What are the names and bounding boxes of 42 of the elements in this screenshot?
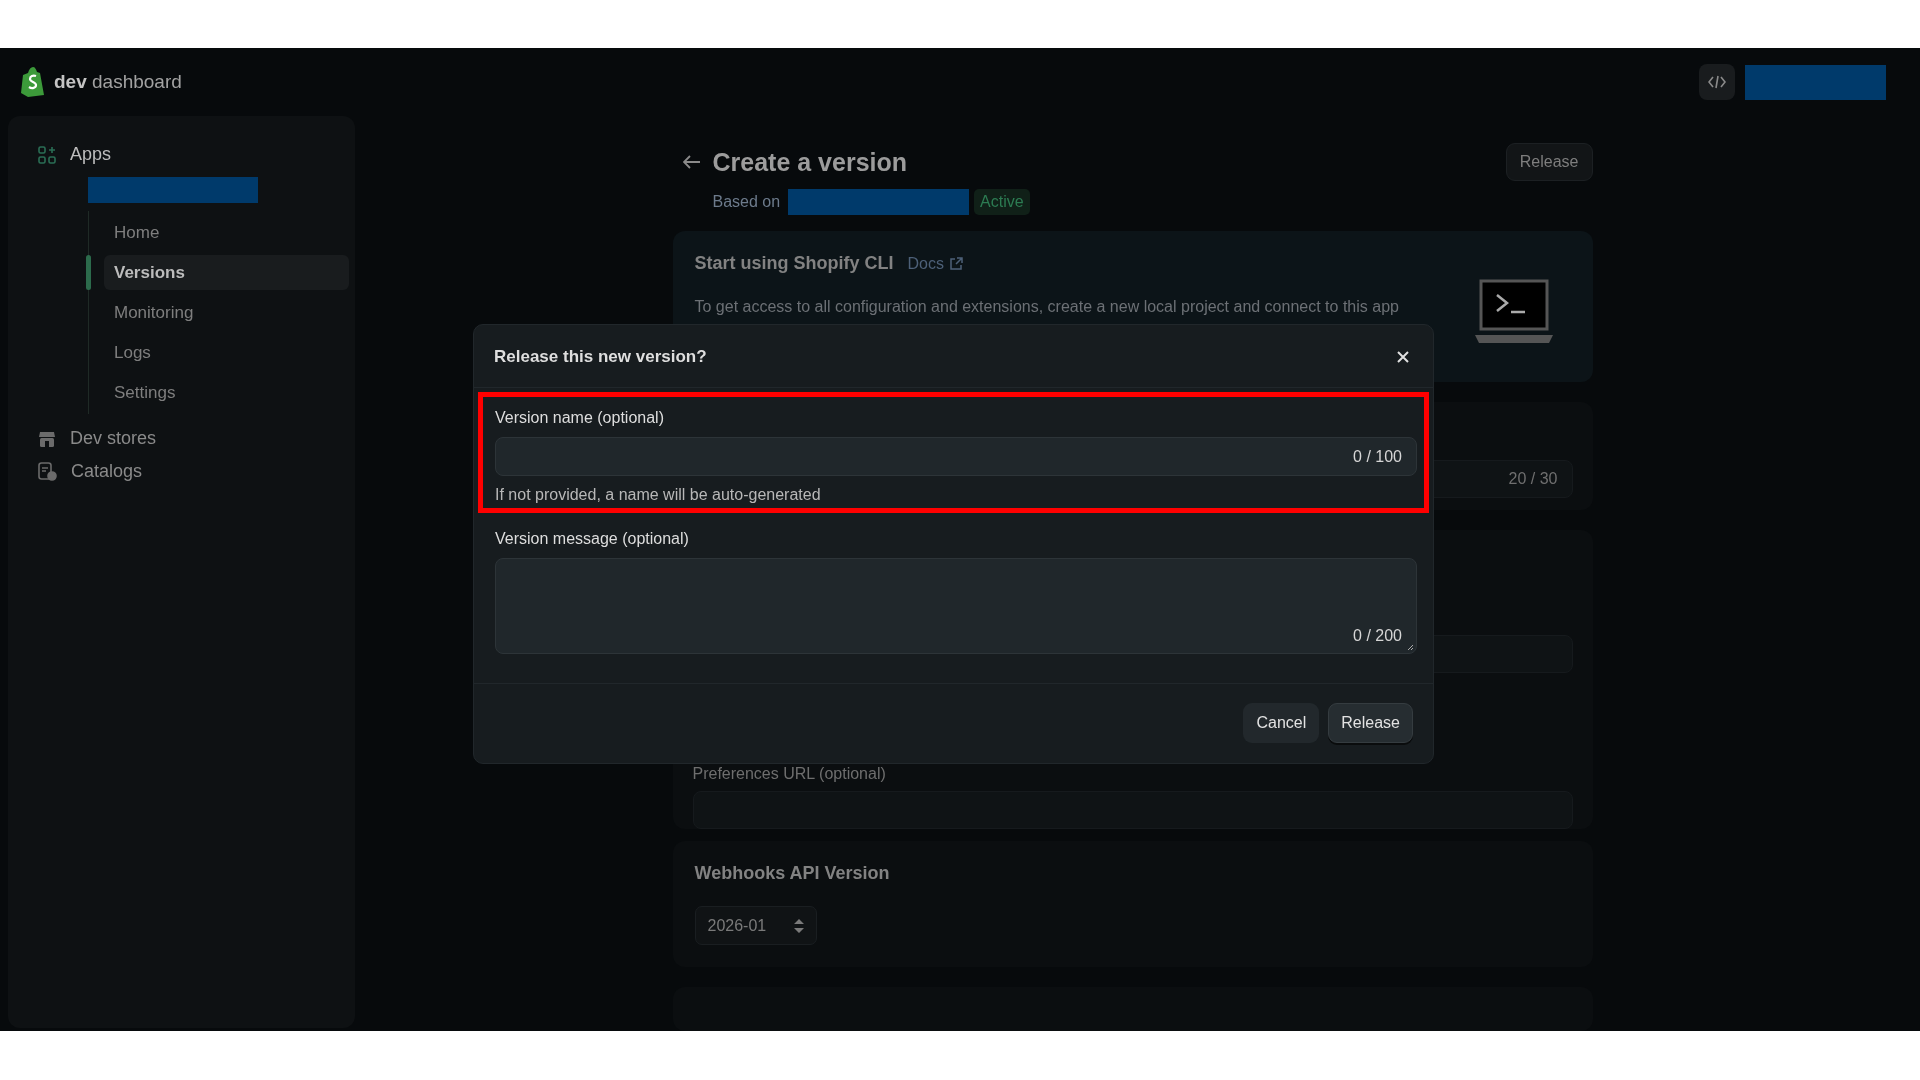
apps-grid-icon	[38, 145, 56, 164]
release-button[interactable]: Release	[1505, 143, 1593, 181]
character-counter: 0 / 100	[1353, 447, 1402, 466]
character-counter: 20 / 30	[1508, 469, 1558, 488]
release-button[interactable]: Release	[1328, 703, 1413, 743]
laptop-terminal-icon	[1472, 279, 1555, 345]
character-counter: 0 / 200	[1353, 627, 1402, 645]
docs-link[interactable]: Docs	[907, 254, 963, 273]
sidebar-subitem[interactable]: Settings	[104, 375, 349, 410]
code-button[interactable]	[1699, 64, 1735, 100]
back-arrow-icon[interactable]	[682, 155, 701, 169]
based-on-label: Based on	[712, 193, 781, 211]
external-link-icon	[949, 257, 963, 270]
close-icon	[1397, 351, 1409, 363]
card-title: Start using Shopify CLI	[694, 253, 894, 274]
store-icon	[38, 429, 56, 448]
version-select[interactable]: 2026-01	[694, 906, 817, 945]
message-textarea[interactable]: 0 / 200	[495, 558, 1417, 654]
page-title: Create a version	[712, 147, 908, 177]
field-label: Version name (optional)	[495, 409, 665, 427]
dialog-title: Release this new version?	[494, 347, 707, 367]
sidebar-subitem[interactable]: Home	[104, 215, 349, 250]
card-title: Webhooks API Version	[694, 863, 891, 884]
status-badge: Active	[974, 189, 1030, 215]
sidebar-subitem[interactable]: Monitoring	[104, 295, 349, 330]
card-description: To get access to all configuration and extensions, create a new local project and connect to this app	[694, 298, 1400, 316]
shopify-bag-logo	[20, 67, 46, 97]
code-icon	[1708, 75, 1726, 89]
sidebar-item[interactable]: Dev stores	[24, 422, 339, 455]
help-text: If not provided, a name will be auto-generated	[495, 486, 822, 504]
field-label: Version message (optional)	[495, 530, 690, 548]
catalog-icon	[38, 462, 57, 481]
field-label: Preferences URL (optional)	[692, 765, 887, 783]
selection-indicator	[86, 255, 91, 290]
sort-arrows-icon	[793, 918, 804, 933]
sidebar-item[interactable]: Catalogs	[24, 455, 339, 488]
cancel-button[interactable]: Cancel	[1243, 703, 1320, 743]
sidebar-subitem[interactable]: Logs	[104, 335, 349, 370]
name-input[interactable]: 0 / 100	[495, 437, 1417, 476]
resize-grip-icon[interactable]	[1407, 644, 1414, 651]
sidebar-item[interactable]: Apps	[24, 138, 339, 171]
brand-name: dev dashboard	[54, 71, 182, 93]
